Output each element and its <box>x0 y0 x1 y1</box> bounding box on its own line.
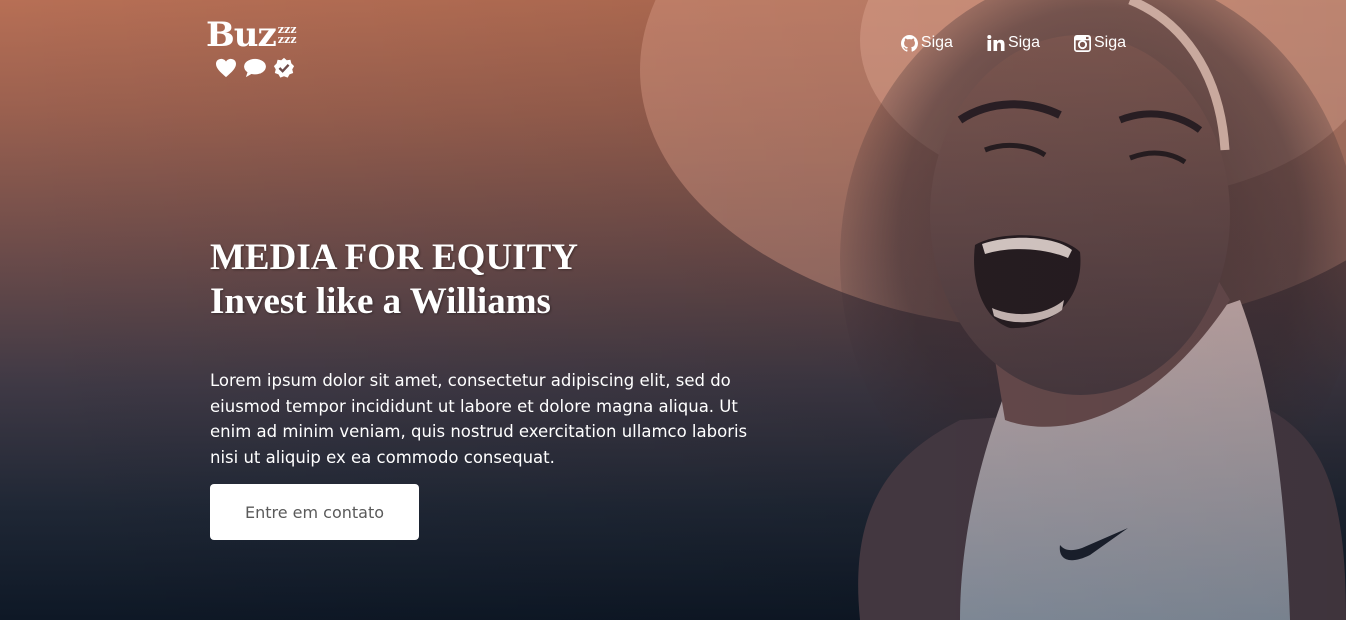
social-nav: Siga Siga Siga <box>900 34 1126 52</box>
instagram-icon <box>1073 34 1091 52</box>
chat-bubble-icon <box>244 58 266 78</box>
nav-linkedin-link[interactable]: Siga <box>987 34 1040 52</box>
contact-button[interactable]: Entre em contato <box>210 484 419 540</box>
logo-icon-row <box>215 57 316 79</box>
github-icon <box>900 34 918 52</box>
hero-body-text: Lorem ipsum dolor sit amet, consectetur … <box>210 371 748 467</box>
brand-logo[interactable]: Buz zzz zzz <box>206 16 316 86</box>
hero-section: Buz zzz zzz Siga Siga Siga MEDIA FOR EQU… <box>0 0 1346 620</box>
logo-z-stack: zzz zzz <box>277 24 297 46</box>
nav-github-label: Siga <box>920 34 953 51</box>
nav-instagram-link[interactable]: Siga <box>1073 34 1126 52</box>
hero-title-line-2: Invest like a Williams <box>210 281 551 322</box>
hero-headline: MEDIA FOR EQUITY Invest like a Williams <box>210 236 730 324</box>
nav-linkedin-label: Siga <box>1007 34 1040 51</box>
nav-github-link[interactable]: Siga <box>900 34 953 52</box>
logo-word: Buz <box>206 15 277 55</box>
nav-instagram-label: Siga <box>1093 34 1126 51</box>
logo-z-line-2: zzz <box>277 33 297 46</box>
hero-title-line-1: MEDIA FOR EQUITY <box>210 237 578 278</box>
logo-wordmark: Buz zzz zzz <box>206 16 316 54</box>
linkedin-icon <box>987 35 1005 51</box>
verified-badge-icon <box>273 57 295 78</box>
heart-icon <box>216 58 236 78</box>
